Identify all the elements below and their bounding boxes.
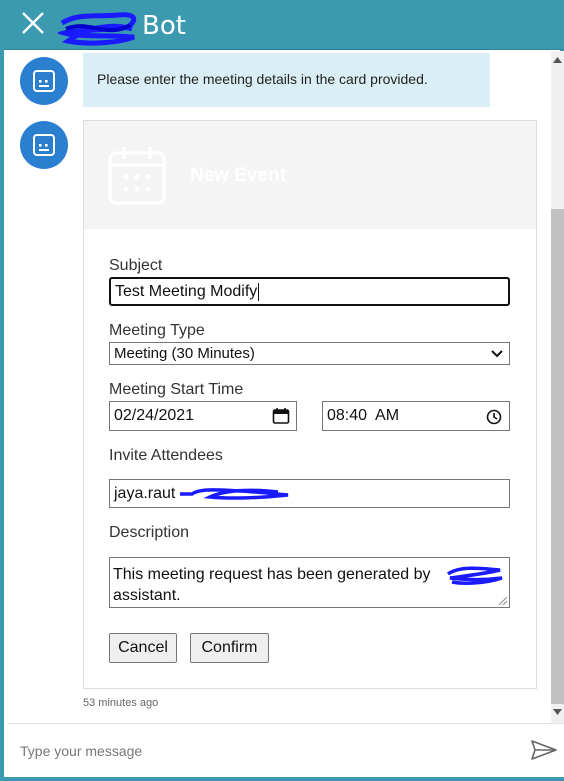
message-timestamp: 53 minutes ago: [83, 697, 159, 709]
attendees-value: jaya.raut: [114, 484, 176, 502]
card-title: New Event: [190, 165, 287, 186]
scrollbar[interactable]: [551, 51, 564, 723]
description-label: Description: [109, 524, 190, 541]
start-time-label: Meeting Start Time: [109, 381, 244, 398]
card-hero: New Event: [84, 121, 536, 229]
attendees-label: Invite Attendees: [109, 447, 223, 464]
window-title: Bot: [142, 11, 186, 41]
cancel-button[interactable]: Cancel: [109, 633, 177, 663]
date-input[interactable]: 02/24/2021: [109, 401, 297, 431]
description-textarea[interactable]: This meeting request has been generated …: [109, 557, 510, 608]
redaction-scribble: [58, 12, 137, 46]
redaction-scribble: [180, 488, 289, 500]
time-value: 08:40 AM: [327, 407, 400, 424]
subject-input[interactable]: Test Meeting Modify: [109, 277, 510, 306]
text-cursor: [258, 282, 260, 301]
scroll-up-icon[interactable]: [553, 57, 562, 63]
calendar-picker-icon[interactable]: [272, 407, 290, 425]
meeting-type-label: Meeting Type: [109, 322, 205, 339]
message-input[interactable]: Type your message: [20, 743, 142, 759]
bot-icon: [33, 134, 55, 156]
meeting-type-value: Meeting (30 Minutes): [114, 345, 255, 362]
chevron-down-icon: [491, 350, 503, 358]
message-list[interactable]: Please enter the meeting details in the …: [8, 51, 551, 723]
description-line-2: assistant.: [113, 587, 181, 604]
bot-avatar: [20, 121, 68, 169]
redaction-scribble: [446, 566, 503, 585]
time-input[interactable]: 08:40 AM: [322, 401, 510, 431]
calendar-icon: [108, 147, 166, 205]
title-bar: Bot: [4, 0, 564, 50]
bot-icon: [33, 70, 55, 92]
chat-window: Bot Please enter the meeting details in …: [0, 0, 564, 781]
clock-icon[interactable]: [485, 408, 503, 426]
close-icon: [22, 12, 44, 34]
meeting-type-select[interactable]: Meeting (30 Minutes): [109, 342, 510, 365]
date-value: 02/24/2021: [114, 407, 195, 424]
confirm-button[interactable]: Confirm: [190, 633, 269, 663]
bot-message-bubble: Please enter the meeting details in the …: [83, 53, 490, 107]
message-composer: Type your message: [8, 723, 564, 777]
close-button[interactable]: [19, 9, 49, 39]
scroll-down-icon[interactable]: [553, 709, 562, 715]
subject-value: Test Meeting Modify: [115, 282, 258, 300]
new-event-card: New Event Subject Test Meeting Modify Me…: [83, 120, 537, 689]
send-icon[interactable]: [530, 739, 558, 761]
subject-label: Subject: [109, 257, 163, 274]
scrollbar-thumb[interactable]: [551, 209, 564, 704]
bot-avatar: [20, 57, 68, 105]
resize-handle-icon[interactable]: [499, 597, 507, 605]
attendees-input[interactable]: jaya.raut: [109, 479, 510, 508]
